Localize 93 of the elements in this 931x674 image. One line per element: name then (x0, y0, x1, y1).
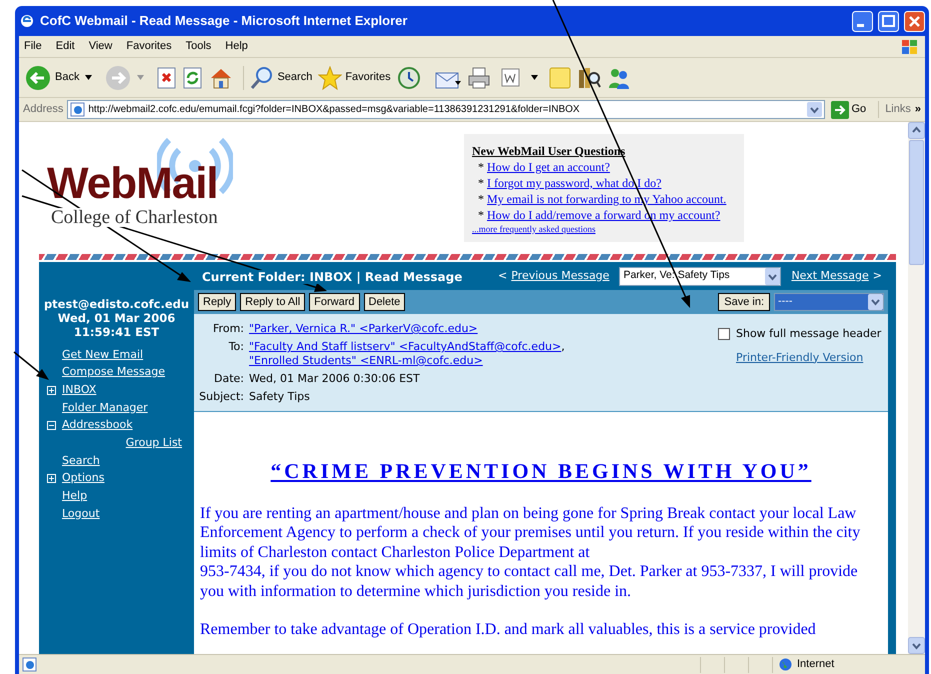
sidebar-link[interactable]: Group List (126, 435, 182, 452)
page-icon (70, 102, 86, 117)
save-in-button[interactable]: Save in: (718, 293, 770, 311)
refresh-icon[interactable] (183, 66, 204, 88)
printer-friendly-link[interactable]: Printer-Friendly Version (736, 350, 888, 366)
email-link[interactable]: "Faculty And Staff listserv" <FacultyAndStaff@cofc.edu> (249, 340, 562, 354)
star-icon (318, 66, 342, 90)
menu-item[interactable]: Help (225, 38, 248, 55)
message-paragraph: If you are renting an apartment/house and plan on being gone for Spring Break contact your local Law Enforcement Agency to perform a check of your premises until you return. If you reside within the city limits of Charleston contact Charleston Police Department at 953-7434, if you do not know which agency to contact call me, Det. Parker at 953-7337, I will provide you with information to determine which jurisdiction you reside in. (200, 504, 862, 601)
stop-icon[interactable] (157, 66, 178, 88)
message-select[interactable]: Parker, Ve: Safety Tips (619, 266, 782, 286)
menu-item[interactable]: File (24, 38, 42, 55)
bullet-mark: * (478, 191, 484, 207)
email-link[interactable]: "Parker, Vernica R." <ParkerV@cofc.edu> (249, 322, 478, 336)
page-icon (22, 657, 37, 672)
faq-link[interactable]: How do I get an account? (487, 159, 610, 175)
printer-icon[interactable] (466, 66, 491, 88)
header-value: Safety Tips (249, 390, 310, 403)
research-books-icon[interactable] (576, 66, 601, 90)
annotation-arrow (14, 351, 49, 380)
scroll-thumb[interactable] (909, 140, 924, 265)
header-label: From: (212, 322, 245, 336)
sidebar-link[interactable]: Folder Manager (62, 400, 148, 416)
sidebar-link[interactable]: Help (62, 488, 88, 505)
action-button[interactable]: Reply (198, 293, 236, 311)
dropdown-caret-icon[interactable] (85, 74, 94, 80)
bullet-mark: * (478, 175, 484, 191)
message-title: “CRIME PREVENTION BEGINS WITH YOU” (270, 458, 812, 485)
windows-logo-icon (900, 38, 920, 56)
logo-title: WebMail (47, 162, 218, 206)
bullet-mark: * (478, 207, 484, 223)
action-button[interactable]: Reply to All (240, 293, 306, 311)
header-value: Wed, 01 Mar 2006 0:30:06 EST (249, 372, 420, 385)
folder-title: Current Folder: INBOX | Read Message (202, 270, 462, 284)
header-label: Date: (213, 372, 245, 386)
back-button[interactable]: Back (25, 64, 80, 90)
close-icon[interactable] (904, 10, 925, 32)
address-label: Address (23, 102, 64, 118)
menu-item[interactable]: Tools (186, 38, 212, 55)
go-button[interactable]: Go (828, 100, 868, 118)
date-text: Wed, 01 Mar 2006 (56, 311, 176, 325)
history-clock-icon[interactable] (396, 66, 421, 90)
home-icon[interactable] (209, 66, 234, 88)
action-button[interactable]: Delete (364, 293, 406, 311)
dropdown-caret-icon[interactable] (530, 74, 539, 80)
chevron-button[interactable]: » (914, 101, 921, 118)
previous-arrow[interactable]: < (498, 268, 508, 284)
expand-icon[interactable] (47, 386, 56, 395)
scrollbar[interactable] (908, 122, 925, 654)
header-label: Subject: (198, 390, 245, 404)
minimize-icon[interactable] (852, 10, 873, 32)
logo-subtitle: College of Charleston (51, 208, 218, 227)
message-paragraph: Remember to take advantage of Operation I.D. and mark all valuables, this is a service provided (200, 620, 817, 640)
sidebar-link[interactable]: INBOX (62, 382, 96, 398)
next-arrow[interactable]: > (872, 268, 882, 284)
sidebar-link[interactable]: Options (62, 470, 104, 487)
scroll-up-icon[interactable] (908, 122, 925, 139)
scroll-down-icon[interactable] (908, 637, 925, 654)
sidebar-link[interactable]: Addressbook (62, 417, 133, 434)
time-text: 11:59:41 EST (72, 325, 160, 339)
next-message-link[interactable]: Next Message (791, 268, 869, 284)
links-button[interactable]: Links (878, 101, 911, 118)
address-field[interactable]: http://webmail2.cofc.edu/emumail.fcgi?folder=INBOX&passed=msg&variable=11386391231291&folder=INBOX (67, 100, 824, 119)
previous-message-link[interactable]: Previous Message (511, 268, 610, 284)
sidebar-link[interactable]: Compose Message (62, 364, 166, 381)
separator-text: , (561, 340, 566, 354)
expand-icon[interactable] (47, 474, 56, 484)
checkbox-label: Show full message header (736, 326, 882, 342)
search-button[interactable]: Search (243, 66, 312, 90)
collapse-icon[interactable] (47, 421, 56, 430)
sidebar-link[interactable]: Logout (62, 506, 100, 522)
email-link[interactable]: "Enrolled Students" <ENRL-ml@cofc.edu> (249, 354, 483, 368)
zone-label: Internet (797, 657, 834, 672)
user-email: ptest@edisto.cofc.edu (42, 297, 190, 311)
word-document-icon[interactable] (500, 68, 521, 88)
sidebar-link[interactable]: Get New Email (62, 346, 144, 364)
ie-icon (19, 13, 35, 29)
action-button[interactable]: Forward (309, 293, 360, 311)
folder-select[interactable]: ---- (774, 293, 884, 311)
header-label: To: (228, 340, 245, 355)
magnifier-icon (250, 66, 274, 90)
menu-item[interactable]: Edit (56, 38, 75, 55)
globe-icon (779, 658, 792, 671)
bullet-mark: * (478, 159, 484, 175)
sidebar-link[interactable]: Search (62, 452, 100, 470)
menu-item[interactable]: Favorites (126, 38, 172, 55)
favorites-button[interactable]: Favorites (318, 66, 391, 90)
window-title: CofC Webmail - Read Message - Microsoft Internet Explorer (40, 12, 408, 30)
checkbox[interactable] (718, 328, 730, 340)
faq-link[interactable]: I forgot my password, what do I do? (487, 175, 662, 191)
maximize-icon[interactable] (878, 10, 899, 32)
menu-item[interactable]: View (88, 38, 112, 55)
more-questions-link[interactable]: ...more frequently asked questions (472, 223, 736, 235)
